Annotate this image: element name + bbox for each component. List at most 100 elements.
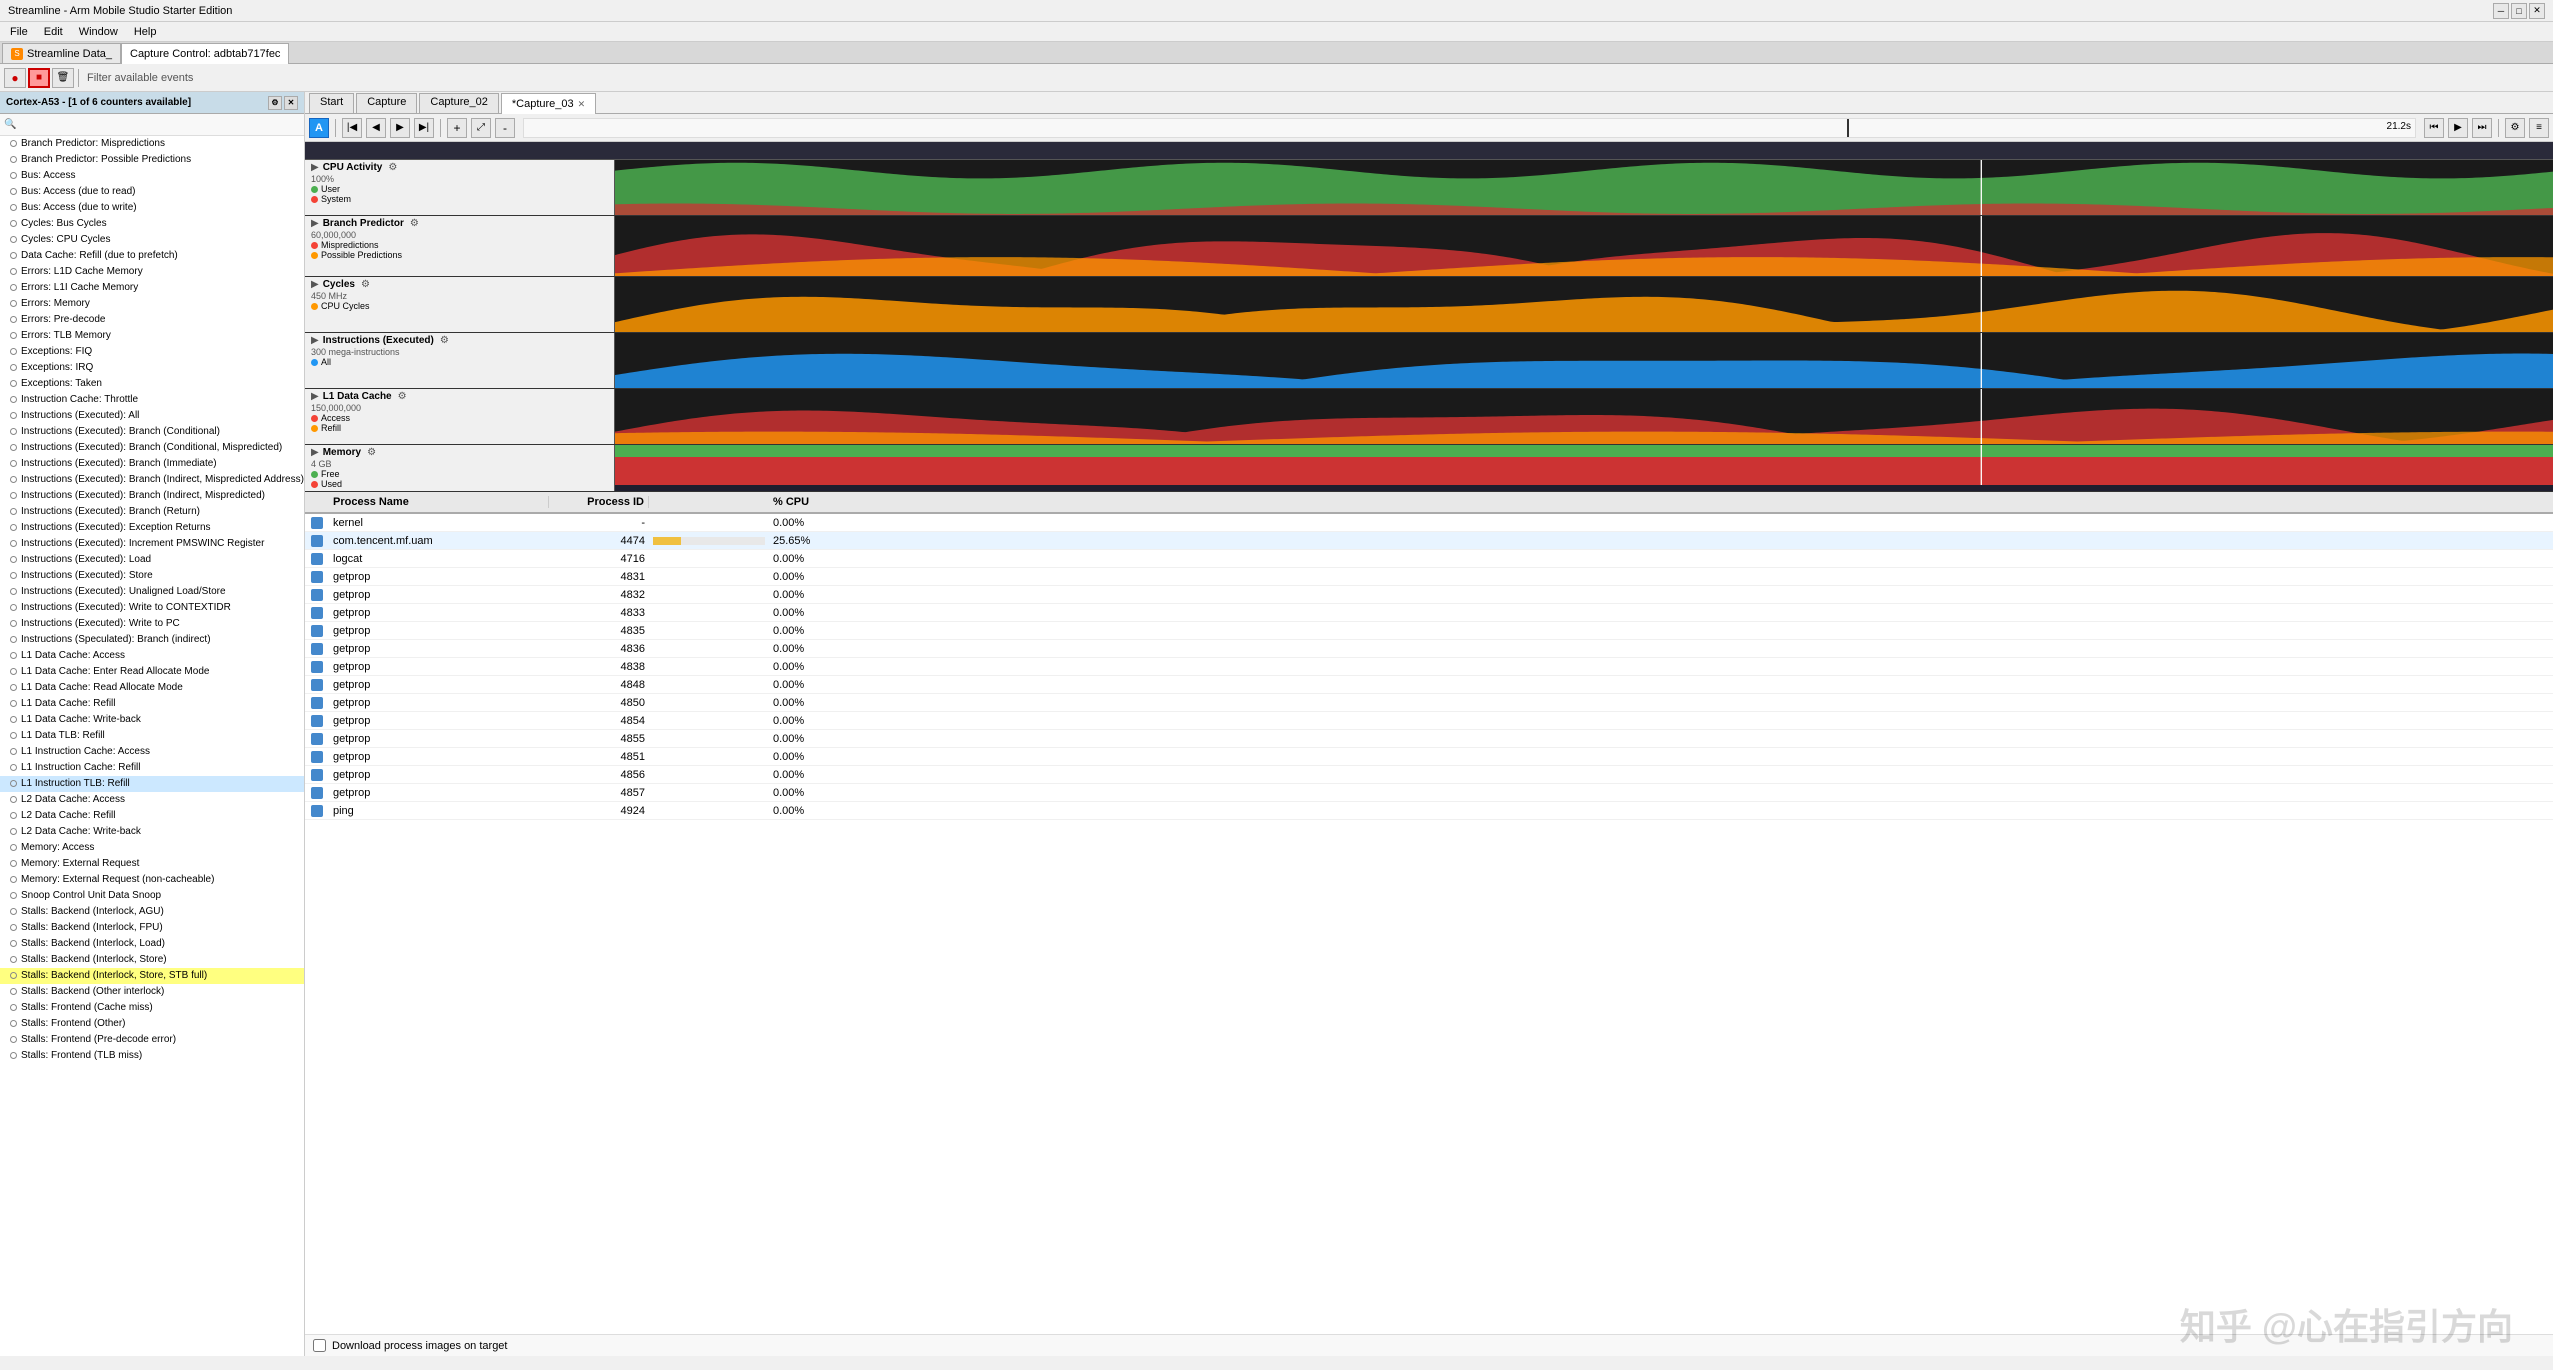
table-row[interactable]: kernel-0.00% (305, 514, 2553, 532)
tab-capture02[interactable]: Capture_02 (419, 93, 499, 113)
list-item[interactable]: Exceptions: FIQ (0, 344, 304, 360)
list-item[interactable]: Stalls: Frontend (Cache miss) (0, 1000, 304, 1016)
play-button[interactable]: ▶ (390, 118, 410, 138)
panel-close-button[interactable]: ✕ (284, 96, 298, 110)
table-row[interactable]: getprop48540.00% (305, 712, 2553, 730)
list-item[interactable]: L2 Data Cache: Refill (0, 808, 304, 824)
list-item[interactable]: Exceptions: Taken (0, 376, 304, 392)
list-item[interactable]: L1 Instruction TLB: Refill (0, 776, 304, 792)
list-item[interactable]: Branch Predictor: Possible Predictions (0, 152, 304, 168)
chart-expand-memory[interactable]: ▶ (311, 447, 319, 458)
table-row[interactable]: getprop48310.00% (305, 568, 2553, 586)
chart-settings-cycles[interactable]: ⚙ (361, 279, 370, 290)
chart-expand-cycles[interactable]: ▶ (311, 279, 319, 290)
a-button[interactable]: A (309, 118, 329, 138)
list-item[interactable]: L1 Data Cache: Read Allocate Mode (0, 680, 304, 696)
zoom-fit-button[interactable]: ⤢ (471, 118, 491, 138)
more-button[interactable]: ≡ (2529, 118, 2549, 138)
list-item[interactable]: Instructions (Executed): Unaligned Load/… (0, 584, 304, 600)
table-row[interactable]: ping49240.00% (305, 802, 2553, 820)
playback-rewind[interactable]: ⏮ (2424, 118, 2444, 138)
list-item[interactable]: Bus: Access (0, 168, 304, 184)
chart-expand-instructions[interactable]: ▶ (311, 335, 319, 346)
tab-start[interactable]: Start (309, 93, 354, 113)
table-row[interactable]: getprop48500.00% (305, 694, 2553, 712)
list-item[interactable]: L1 Data Cache: Enter Read Allocate Mode (0, 664, 304, 680)
table-row[interactable]: logcat47160.00% (305, 550, 2553, 568)
col-header-cpu[interactable]: % CPU (769, 496, 869, 508)
playback-ff[interactable]: ⏭ (2472, 118, 2492, 138)
chart-expand-branch_predictor[interactable]: ▶ (311, 218, 319, 229)
menu-file[interactable]: File (4, 24, 34, 40)
list-item[interactable]: Bus: Access (due to read) (0, 184, 304, 200)
list-item[interactable]: Stalls: Backend (Interlock, Store) (0, 952, 304, 968)
clear-button[interactable]: 🗑 (52, 68, 74, 88)
chart-settings-l1_data_cache[interactable]: ⚙ (398, 391, 407, 402)
close-button[interactable]: ✕ (2529, 3, 2545, 19)
col-header-name[interactable]: Process Name (329, 496, 549, 508)
list-item[interactable]: Instructions (Executed): Exception Retur… (0, 520, 304, 536)
table-row[interactable]: getprop48320.00% (305, 586, 2553, 604)
table-row[interactable]: getprop48480.00% (305, 676, 2553, 694)
list-item[interactable]: L2 Data Cache: Write-back (0, 824, 304, 840)
list-item[interactable]: Memory: External Request (0, 856, 304, 872)
list-item[interactable]: Instructions (Executed): Write to PC (0, 616, 304, 632)
maximize-button[interactable]: □ (2511, 3, 2527, 19)
list-item[interactable]: Instructions (Executed): Load (0, 552, 304, 568)
chart-settings-instructions[interactable]: ⚙ (440, 335, 449, 346)
list-item[interactable]: L1 Data TLB: Refill (0, 728, 304, 744)
rewind-button[interactable]: |◀ (342, 118, 362, 138)
chart-expand-cpu_activity[interactable]: ▶ (311, 162, 319, 173)
list-item[interactable]: L1 Data Cache: Access (0, 648, 304, 664)
settings-button[interactable]: ⚙ (2505, 118, 2525, 138)
panel-settings-button[interactable]: ⚙ (268, 96, 282, 110)
list-item[interactable]: L1 Instruction Cache: Access (0, 744, 304, 760)
list-item[interactable]: Errors: L1D Cache Memory (0, 264, 304, 280)
list-item[interactable]: Stalls: Frontend (TLB miss) (0, 1048, 304, 1064)
list-item[interactable]: Instructions (Executed): Branch (Conditi… (0, 424, 304, 440)
table-row[interactable]: getprop48350.00% (305, 622, 2553, 640)
list-item[interactable]: Instructions (Executed): Branch (Immedia… (0, 456, 304, 472)
list-item[interactable]: L2 Data Cache: Access (0, 792, 304, 808)
list-item[interactable]: Instructions (Executed): Write to CONTEX… (0, 600, 304, 616)
list-item[interactable]: Stalls: Backend (Interlock, Store, STB f… (0, 968, 304, 984)
list-item[interactable]: Stalls: Frontend (Pre-decode error) (0, 1032, 304, 1048)
chart-canvas-cpu_activity[interactable] (615, 160, 2553, 215)
list-item[interactable]: Instructions (Executed): Store (0, 568, 304, 584)
list-item[interactable]: Stalls: Backend (Interlock, Load) (0, 936, 304, 952)
table-row[interactable]: getprop48380.00% (305, 658, 2553, 676)
list-item[interactable]: Memory: Access (0, 840, 304, 856)
list-item[interactable]: Cycles: CPU Cycles (0, 232, 304, 248)
record-button[interactable]: ● (4, 68, 26, 88)
list-item[interactable]: Stalls: Backend (Interlock, FPU) (0, 920, 304, 936)
list-item[interactable]: L1 Instruction Cache: Refill (0, 760, 304, 776)
chart-canvas-l1_data_cache[interactable] (615, 389, 2553, 444)
list-item[interactable]: L1 Data Cache: Write-back (0, 712, 304, 728)
list-item[interactable]: Instructions (Speculated): Branch (indir… (0, 632, 304, 648)
step-back-button[interactable]: ◀ (366, 118, 386, 138)
minimize-button[interactable]: ─ (2493, 3, 2509, 19)
stop-button[interactable]: ■ (28, 68, 50, 88)
menu-help[interactable]: Help (128, 24, 163, 40)
table-row[interactable]: getprop48560.00% (305, 766, 2553, 784)
chart-canvas-cycles[interactable] (615, 277, 2553, 332)
table-row[interactable]: getprop48570.00% (305, 784, 2553, 802)
list-item[interactable]: Errors: L1I Cache Memory (0, 280, 304, 296)
list-item[interactable]: Instruction Cache: Throttle (0, 392, 304, 408)
step-forward-button[interactable]: ▶| (414, 118, 434, 138)
list-item[interactable]: Bus: Access (due to write) (0, 200, 304, 216)
chart-canvas-instructions[interactable] (615, 333, 2553, 388)
tab-capture03[interactable]: *Capture_03 ✕ (501, 93, 596, 114)
chart-settings-memory[interactable]: ⚙ (367, 447, 376, 458)
zoom-in-button[interactable]: + (447, 118, 467, 138)
menu-edit[interactable]: Edit (38, 24, 69, 40)
list-item[interactable]: Stalls: Backend (Interlock, AGU) (0, 904, 304, 920)
zoom-out-button[interactable]: - (495, 118, 515, 138)
tab-streamline-data[interactable]: S Streamline Data_ (2, 43, 121, 63)
chart-settings-cpu_activity[interactable]: ⚙ (388, 162, 397, 173)
list-item[interactable]: Errors: TLB Memory (0, 328, 304, 344)
list-item[interactable]: Instructions (Executed): Increment PMSWI… (0, 536, 304, 552)
list-item[interactable]: Instructions (Executed): Branch (Indirec… (0, 488, 304, 504)
list-item[interactable]: Errors: Memory (0, 296, 304, 312)
list-item[interactable]: Stalls: Backend (Other interlock) (0, 984, 304, 1000)
